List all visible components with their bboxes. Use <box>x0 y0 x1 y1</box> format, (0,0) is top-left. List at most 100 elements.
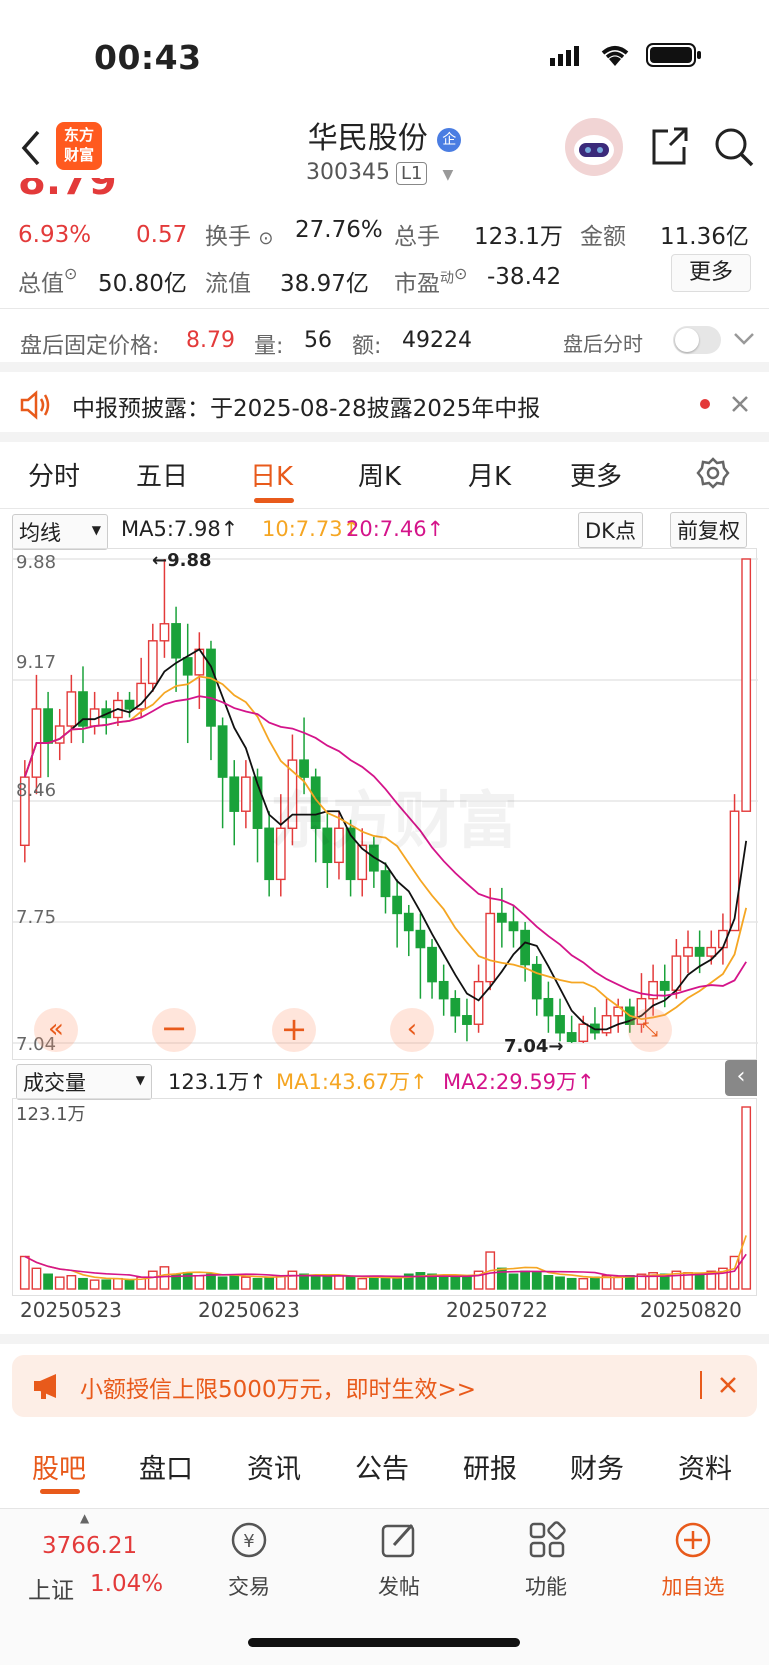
date-label-1: 20250523 <box>20 1298 122 1322</box>
volume-svg <box>19 1106 752 1290</box>
volume-bar <box>566 1277 577 1290</box>
tab-finance[interactable]: 财务 <box>570 1447 624 1486</box>
afterhours-amt: 49224 <box>402 328 472 353</box>
volume-bar <box>380 1277 391 1290</box>
volume-bar <box>287 1270 298 1290</box>
candle-body <box>43 708 53 744</box>
caret-up-icon: ▲ <box>80 1511 90 1525</box>
index-pct: 1.04% <box>90 1571 164 1597</box>
change-pct: 6.93% <box>18 222 92 248</box>
volume-bar <box>124 1279 135 1290</box>
megaphone-icon <box>32 1372 64 1404</box>
chevron-down-icon[interactable] <box>733 330 755 352</box>
volume-bar <box>252 1277 263 1290</box>
tab-fenshi[interactable]: 分时 <box>28 456 80 493</box>
kline-y-label-top: 9.88 <box>16 552 57 573</box>
candle-body <box>124 699 135 710</box>
tab-news[interactable]: 资讯 <box>247 1447 301 1486</box>
ma5-value: MA5:7.98↑ <box>121 517 239 541</box>
tab-daily-k[interactable]: 日K <box>250 456 293 493</box>
robot-assistant-icon[interactable] <box>565 118 623 176</box>
volume-select[interactable]: 成交量 ▼ <box>16 1064 152 1100</box>
tab-pankou[interactable]: 盘口 <box>139 1447 193 1486</box>
kline-y-label-2: 9.17 <box>16 652 57 673</box>
tab-research[interactable]: 研报 <box>463 1447 517 1486</box>
candle-body <box>659 980 670 991</box>
tab-indicator <box>254 498 294 503</box>
candle-body <box>240 776 251 812</box>
credit-banner[interactable]: 小额授信上限5000万元，即时生效>> <box>12 1355 757 1417</box>
afterhours-toggle[interactable] <box>673 326 721 354</box>
volume-bar <box>357 1277 368 1290</box>
amount-label: 金额 <box>580 224 626 250</box>
tab-five-day[interactable]: 五日 <box>136 456 188 493</box>
tab-guba[interactable]: 股吧 <box>32 1447 86 1486</box>
adjust-button[interactable]: 前复权 <box>670 512 747 548</box>
step-left-button[interactable]: ‹ <box>390 1008 434 1052</box>
volume-top-label: 123.1万 <box>16 1104 86 1125</box>
tab-announcements[interactable]: 公告 <box>355 1447 409 1486</box>
volume-bar <box>194 1274 205 1290</box>
candle-body <box>403 912 414 932</box>
search-icon[interactable] <box>712 125 756 173</box>
tab-profile[interactable]: 资料 <box>678 1447 732 1486</box>
compose-icon[interactable] <box>378 1519 420 1565</box>
zoom-in-button[interactable]: + <box>272 1008 316 1052</box>
more-button[interactable]: 更多 <box>671 254 751 292</box>
volume-bar <box>578 1277 589 1290</box>
nav-add-watchlist[interactable]: 加自选 <box>648 1571 738 1601</box>
settings-gear-icon[interactable] <box>696 456 730 494</box>
index-value[interactable]: 3766.21 <box>42 1533 137 1559</box>
close-icon[interactable] <box>730 394 750 418</box>
tab-more[interactable]: 更多 <box>570 456 622 493</box>
volume-bar <box>694 1273 705 1290</box>
volume-bar <box>368 1276 379 1290</box>
indicator-select[interactable]: 均线 ▼ <box>12 514 108 550</box>
candle-body <box>380 870 391 898</box>
candle-body <box>706 946 717 957</box>
nav-functions[interactable]: 功能 <box>511 1571 581 1601</box>
chevron-down-icon: ▼ <box>442 167 454 183</box>
volume-chart[interactable] <box>12 1098 757 1296</box>
candle-body <box>508 921 519 932</box>
volume-bar <box>206 1273 216 1290</box>
candle-body <box>694 946 705 957</box>
zoom-out-button[interactable]: − <box>152 1008 196 1052</box>
low-marker: 7.04→ <box>504 1036 564 1057</box>
candle-body <box>683 946 693 957</box>
trade-icon[interactable]: ¥ <box>228 1519 270 1565</box>
volume-ma-line <box>24 1235 747 1281</box>
volume-bar <box>438 1274 449 1290</box>
volume-bar <box>555 1276 565 1290</box>
collapse-panel-button[interactable]: ‹ <box>725 1060 757 1096</box>
fullscreen-button[interactable]: ⤡ <box>628 1008 672 1052</box>
scroll-left-button[interactable]: « <box>34 1008 78 1052</box>
volume-bar <box>54 1276 65 1290</box>
tab-weekly-k[interactable]: 周K <box>358 456 401 493</box>
price-partial: 8.79 <box>18 178 117 202</box>
volume-bar <box>450 1276 461 1290</box>
home-indicator[interactable] <box>248 1638 520 1647</box>
candle-body <box>415 929 426 949</box>
bottom-tab-indicator <box>40 1489 80 1494</box>
stock-code-row[interactable]: 300345 L1 ▼ <box>306 160 453 185</box>
nav-trade[interactable]: 交易 <box>214 1571 284 1601</box>
apps-grid-icon[interactable] <box>526 1519 568 1565</box>
tab-monthly-k[interactable]: 月K <box>468 456 511 493</box>
nav-post[interactable]: 发帖 <box>364 1571 434 1601</box>
svg-text:¥: ¥ <box>243 1531 254 1552</box>
volume-bar <box>159 1266 170 1290</box>
dk-point-button[interactable]: DK点 <box>578 512 643 548</box>
candle-body <box>66 691 77 727</box>
date-label-3: 20250722 <box>446 1298 548 1322</box>
add-watchlist-icon[interactable] <box>672 1519 714 1565</box>
candle-body <box>496 912 507 923</box>
notice-text[interactable]: 中报预披露：于2025-08-28披露2025年中报 <box>72 389 540 423</box>
info-icon[interactable]: ⊙ <box>258 228 273 249</box>
volume-bar <box>310 1274 321 1290</box>
close-icon[interactable] <box>718 1375 738 1399</box>
volume-bar <box>113 1277 123 1290</box>
volume-bar <box>19 1255 30 1290</box>
share-icon[interactable] <box>648 125 690 171</box>
kline-y-label-4: 7.75 <box>16 907 57 928</box>
